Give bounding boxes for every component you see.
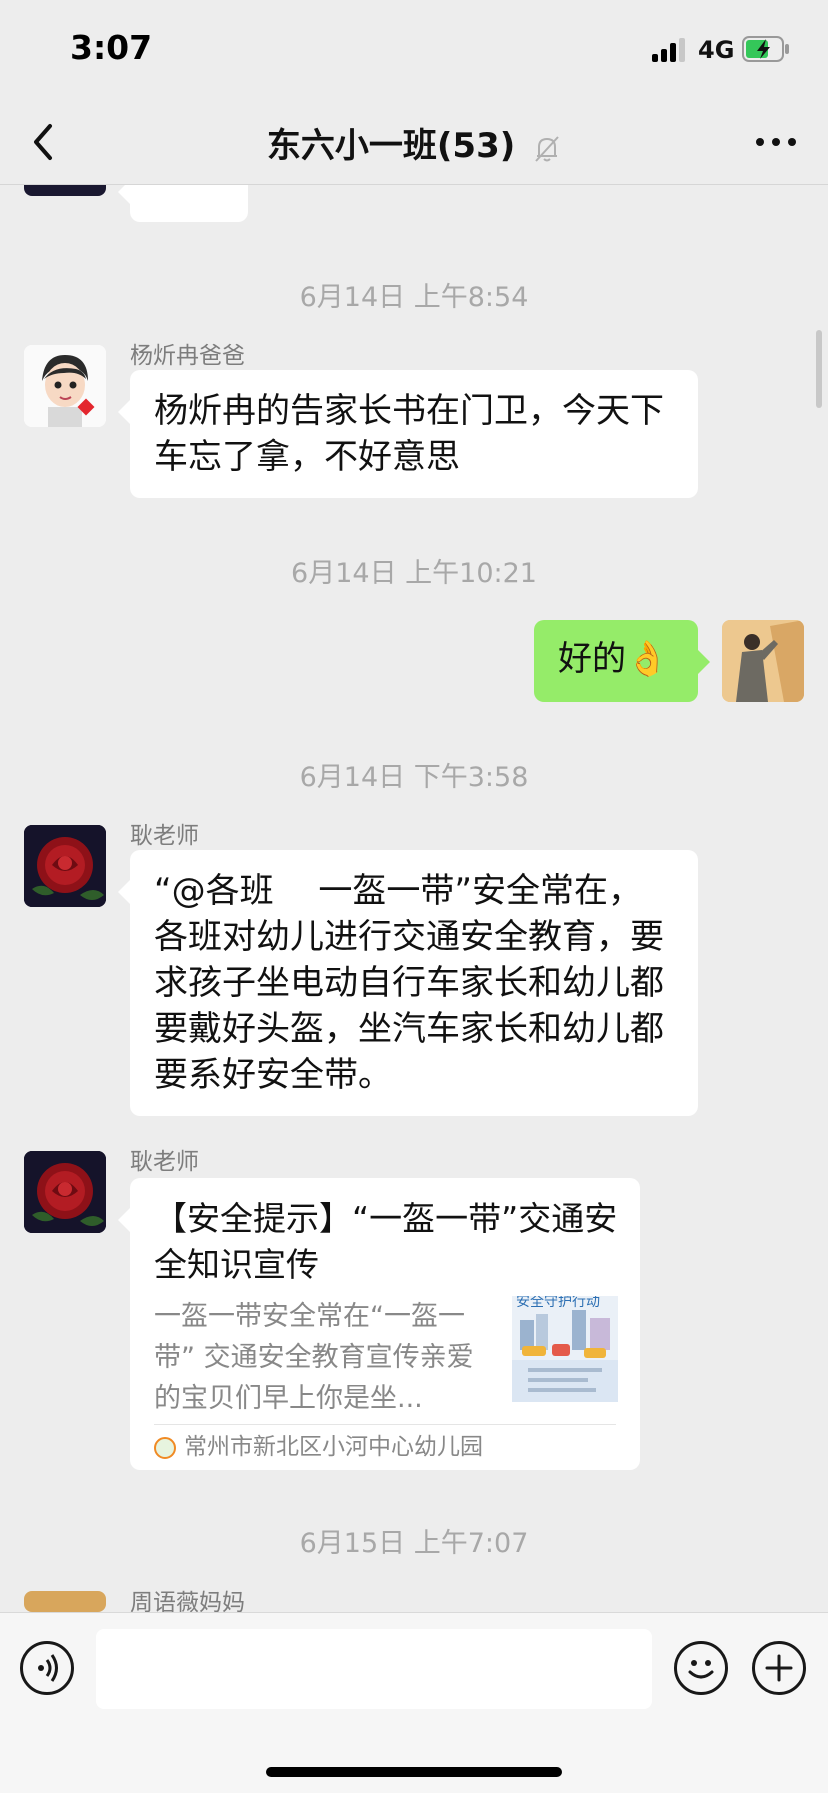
link-card-title: 【安全提示】“一盔一带”交通安全知识宣传 bbox=[154, 1199, 618, 1284]
voice-button[interactable] bbox=[20, 1641, 74, 1695]
sender-name: 周语薇妈妈 bbox=[130, 1590, 245, 1612]
message-text: 杨炘冉的告家长书在门卫，今天下车忘了拿，不好意思 bbox=[154, 391, 664, 477]
more-button[interactable] bbox=[754, 122, 798, 162]
bell-off-icon bbox=[533, 133, 561, 163]
input-bar bbox=[0, 1612, 828, 1793]
message-bubble[interactable]: 杨炘冉的告家长书在门卫，今天下车忘了拿，不好意思 bbox=[118, 370, 698, 498]
message-input[interactable] bbox=[96, 1629, 652, 1709]
timestamp: 6月15日 上午7:07 bbox=[299, 1528, 529, 1559]
home-indicator[interactable] bbox=[266, 1767, 562, 1777]
emoji-icon bbox=[688, 1660, 714, 1679]
network-type: 4G bbox=[698, 36, 735, 64]
more-dots-icon bbox=[756, 138, 796, 146]
link-card-thumbnail: 安全守护行动 bbox=[512, 1296, 618, 1402]
chat-header: 东六小一班(53) bbox=[0, 100, 828, 185]
chat-title: 东六小一班(53) bbox=[266, 126, 516, 166]
link-card-source[interactable]: 常州市新北区小河中心幼儿园 bbox=[154, 1428, 483, 1466]
avatar-geng-teacher[interactable] bbox=[24, 825, 106, 907]
timestamp: 6月14日 下午3:58 bbox=[299, 762, 529, 793]
voice-input-icon bbox=[38, 1654, 58, 1682]
message-text: “@各班 一盔一带”安全常在，各班对幼儿进行交通安全教育，要求孩子坐电动自行车家… bbox=[154, 871, 664, 1095]
thumbnail-heading: 安全守护行动 bbox=[516, 1296, 600, 1310]
link-card-description: 一盔一带安全常在“一盔一带” 交通安全教育宣传亲爱的宝贝们早上你是坐... bbox=[154, 1301, 474, 1414]
emoji-button[interactable] bbox=[674, 1641, 728, 1695]
status-bar: 3:07 4G bbox=[0, 0, 828, 100]
avatar-yang-father[interactable] bbox=[24, 345, 106, 427]
battery-icon bbox=[742, 36, 790, 62]
avatar-zhou-mother[interactable] bbox=[24, 1591, 106, 1612]
sender-name: 耿老师 bbox=[130, 1149, 199, 1175]
timestamp: 6月14日 上午8:54 bbox=[299, 282, 529, 313]
chat-area[interactable]: 好的 6月14日 上午8:54 杨炘冉爸爸 杨炘冉的告家长书在门卫，今天下车忘了… bbox=[0, 0, 828, 1612]
status-time: 3:07 bbox=[70, 28, 153, 67]
source-logo-icon bbox=[154, 1436, 176, 1459]
sender-name: 耿老师 bbox=[130, 823, 199, 849]
signal-icon bbox=[652, 36, 692, 62]
link-card[interactable]: 【安全提示】“一盔一带”交通安全知识宣传 一盔一带安全常在“一盔一带” 交通安全… bbox=[118, 1178, 640, 1470]
message-bubble-self[interactable]: 好的👌 bbox=[534, 620, 710, 702]
timestamp: 6月14日 上午10:21 bbox=[291, 558, 537, 589]
avatar-self[interactable] bbox=[722, 620, 804, 702]
message-bubble[interactable]: “@各班 一盔一带”安全常在，各班对幼儿进行交通安全教育，要求孩子坐电动自行车家… bbox=[118, 850, 698, 1116]
page-title: 东六小一班(53) bbox=[0, 118, 828, 167]
card-divider bbox=[154, 1424, 616, 1425]
message-text: 好的👌 bbox=[558, 639, 669, 679]
scrollbar-thumb[interactable] bbox=[816, 330, 822, 408]
sender-name: 杨炘冉爸爸 bbox=[130, 343, 245, 369]
add-button[interactable] bbox=[752, 1641, 806, 1695]
avatar-geng-teacher[interactable] bbox=[24, 1151, 106, 1233]
source-name: 常州市新北区小河中心幼儿园 bbox=[184, 1434, 483, 1460]
add-icon bbox=[765, 1654, 793, 1682]
